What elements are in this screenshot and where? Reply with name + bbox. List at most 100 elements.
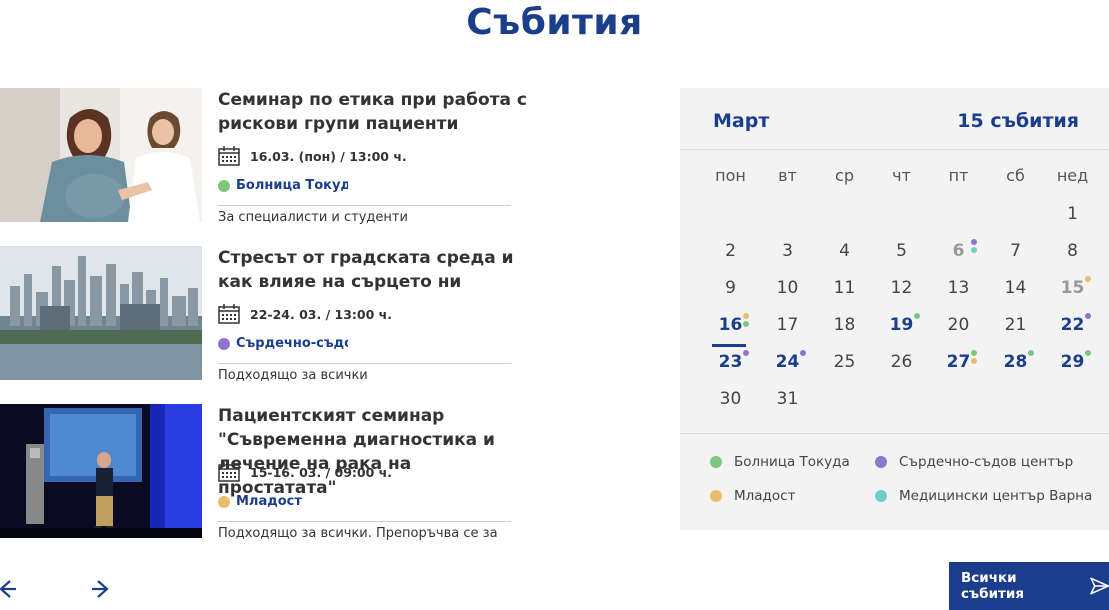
legend-label: Медицински център Варна (899, 488, 1093, 504)
legend-item: Болница Токуда (710, 454, 850, 470)
location-dot-icon (218, 179, 230, 192)
calendar-day-number: 30 (719, 389, 742, 409)
event-card[interactable]: Стресът от градската среда и как влияе н… (0, 246, 530, 386)
page-title: Събития (466, 2, 643, 43)
event-title[interactable]: Стресът от градската среда и как влияе н… (218, 246, 528, 294)
calendar-day: 14 (987, 274, 1044, 304)
calendar-day: 18 (816, 311, 873, 341)
event-marker-dot (1028, 350, 1034, 356)
calendar-day-number: 21 (1004, 315, 1027, 335)
calendar-day[interactable]: 23 (702, 348, 759, 378)
calendar-day-number: 9 (725, 278, 736, 298)
calendar-icon (218, 304, 240, 324)
calendar-day-number: 25 (833, 352, 856, 372)
calendar-icon (218, 462, 240, 482)
calendar-day-number: 1 (1067, 204, 1078, 224)
calendar-day-number: 8 (1067, 241, 1078, 261)
divider (218, 363, 511, 364)
calendar-day: 7 (987, 237, 1044, 267)
events-count: 15 събития (957, 110, 1079, 132)
calendar-day[interactable]: 28 (987, 348, 1044, 378)
all-events-button[interactable]: Всички събития (949, 562, 1109, 610)
event-marker-dot (1085, 350, 1091, 356)
event-title[interactable]: Пациентският семинар "Съвременна диагнос… (218, 404, 528, 500)
carousel-nav (0, 576, 120, 604)
calendar-day-number: 27 (946, 352, 971, 372)
event-card[interactable]: Семинар по етика при работа с рискови гр… (0, 88, 530, 228)
legend-dot-icon (875, 456, 887, 468)
arrow-left-icon[interactable] (0, 576, 22, 602)
calendar-day-number: 12 (890, 278, 913, 298)
legend-label: Младост (734, 488, 796, 504)
calendar-day-number: 29 (1060, 352, 1085, 372)
calendar-day[interactable]: 24 (759, 348, 816, 378)
legend-item: Медицински център Варна (875, 488, 1092, 504)
location-dot-icon (218, 495, 230, 508)
calendar-day: 9 (702, 274, 759, 304)
legend-item: Сърдечно-съдов център (875, 454, 1073, 470)
calendar-day: 6 (930, 237, 987, 267)
weekday-header: пон вт ср чт пт сб нед (702, 166, 1102, 185)
calendar-day: 17 (759, 311, 816, 341)
weekday-label: пт (948, 166, 969, 185)
calendar-day-number: 18 (833, 315, 856, 335)
event-marker-dot (1085, 276, 1091, 282)
event-marker-dot (971, 247, 977, 253)
weekday-label: нед (1056, 166, 1089, 185)
arrow-right-icon[interactable] (86, 576, 112, 602)
event-marker-dot (914, 313, 920, 319)
calendar-day-number: 22 (1060, 315, 1085, 335)
event-marker-dot (1085, 313, 1091, 319)
event-marker-dot (800, 350, 806, 356)
calendar-day-number: 31 (776, 389, 799, 409)
calendar-day: 30 (702, 385, 759, 415)
legend-label: Сърдечно-съдов център (899, 454, 1074, 470)
all-events-label: Всички събития (961, 570, 1024, 602)
calendar-day: 2 (702, 237, 759, 267)
divider (218, 521, 511, 522)
calendar-day: 21 (987, 311, 1044, 341)
calendar-day-number: 26 (890, 352, 913, 372)
event-marker-dot (971, 239, 977, 245)
calendar-day-number: 10 (776, 278, 799, 298)
calendar-day[interactable]: 16 (702, 311, 759, 347)
event-note: Подходящо за всички (218, 368, 368, 383)
event-title[interactable]: Семинар по етика при работа с рискови гр… (218, 88, 528, 136)
legend-item: Младост (710, 488, 795, 504)
event-card[interactable]: Пациентският семинар "Съвременна диагнос… (0, 404, 530, 544)
event-date-text: 16.03. (пон) / 13:00 ч. (250, 148, 407, 164)
calendar-day-number: 15 (1060, 278, 1085, 298)
calendar-day-number: 6 (952, 241, 965, 261)
calendar-day[interactable]: 22 (1044, 311, 1101, 341)
event-marker-dot (743, 313, 749, 319)
event-image-speaker-stage[interactable] (0, 404, 202, 538)
calendar-day-number: 4 (839, 241, 850, 261)
send-arrow-icon (1089, 577, 1109, 595)
calendar-day-number: 14 (1004, 278, 1027, 298)
calendar-icon (218, 146, 240, 166)
calendar-day-number: 17 (776, 315, 799, 335)
weekday-label: сб (1006, 166, 1025, 185)
calendar-day: 1 (1044, 200, 1101, 230)
calendar-day: 26 (873, 348, 930, 378)
event-date-text: 22-24. 03. / 13:00 ч. (250, 306, 392, 322)
calendar-day[interactable]: 27 (930, 348, 987, 378)
event-marker-dot (743, 321, 749, 327)
event-note: Подходящо за всички. Препоръчва се за (218, 526, 498, 541)
event-marker-dot (971, 358, 977, 364)
calendar-day: 13 (930, 274, 987, 304)
event-note: За специалисти и студенти (218, 210, 408, 225)
event-date: 16.03. (пон) / 13:00 ч. (218, 146, 407, 166)
event-image-city-skyline[interactable] (0, 246, 202, 380)
calendar-day[interactable]: 29 (1044, 348, 1101, 378)
weekday-label: вт (778, 166, 797, 185)
calendar-day[interactable]: 19 (873, 311, 930, 341)
calendar-header: Март 15 събития (680, 88, 1109, 150)
calendar-day-number: 16 (718, 315, 743, 335)
calendar-day: 25 (816, 348, 873, 378)
calendar-day-number: 28 (1003, 352, 1028, 372)
event-image-doctor-patient[interactable] (0, 88, 202, 222)
weekday-label: пон (715, 166, 746, 185)
calendar-day: 15 (1044, 274, 1101, 304)
calendar-month[interactable]: Март (713, 110, 769, 132)
